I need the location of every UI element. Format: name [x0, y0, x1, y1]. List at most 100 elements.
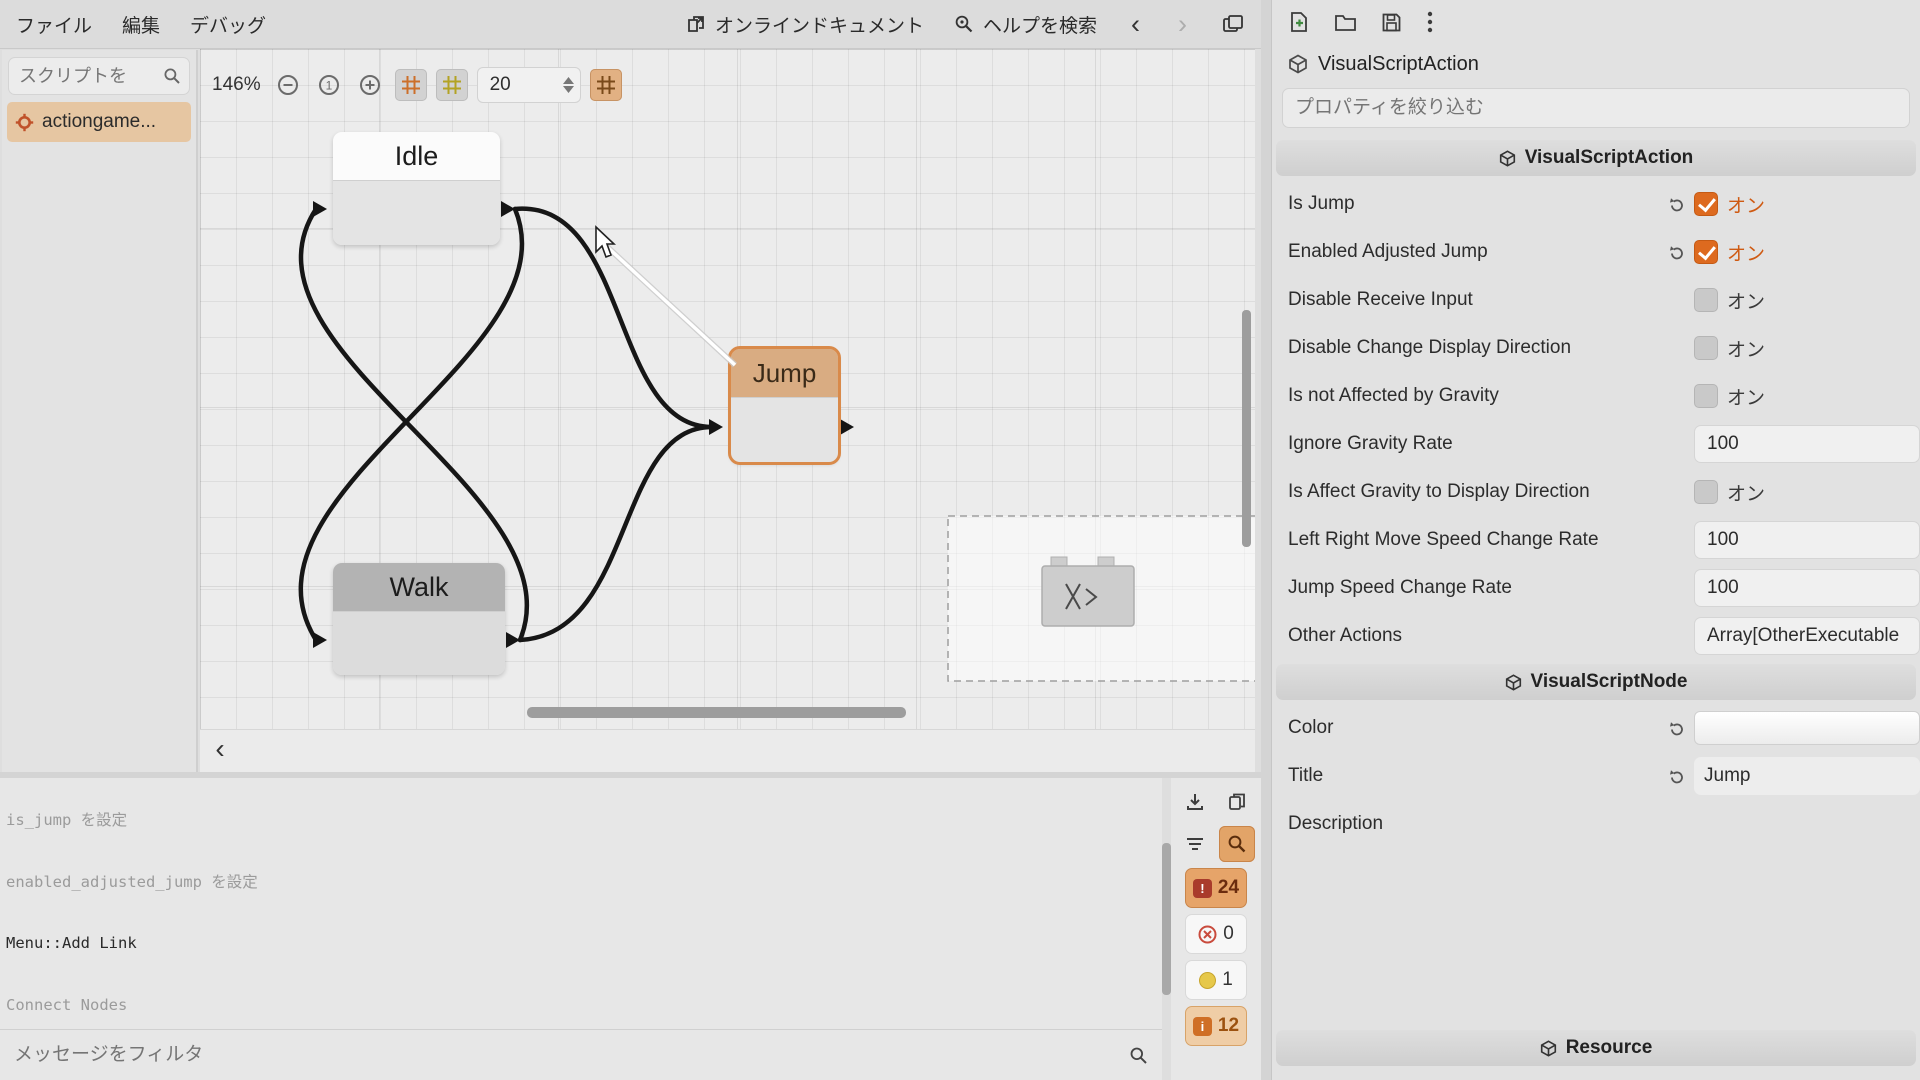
revert-icon[interactable]: [1668, 244, 1685, 261]
number-field[interactable]: 100: [1694, 425, 1920, 463]
kebab-menu-icon[interactable]: [1426, 10, 1434, 34]
port-jump-in: [709, 419, 723, 435]
property-label: Jump Speed Change Rate: [1288, 577, 1512, 598]
number-field[interactable]: 100: [1694, 521, 1920, 559]
graph-toolbar: 146% 1 20: [212, 65, 622, 105]
checkbox[interactable]: [1694, 480, 1718, 504]
help-search-button[interactable]: ヘルプを検索: [954, 11, 1097, 38]
revert-icon[interactable]: [1668, 720, 1685, 737]
category-visualscriptnode[interactable]: VisualScriptNode: [1276, 664, 1916, 700]
port-jump-out: [840, 419, 854, 435]
help-search-icon: [955, 15, 973, 33]
spinbox-arrows[interactable]: [562, 77, 574, 93]
graph-node-idle[interactable]: Idle: [333, 132, 500, 245]
property-label: Is not Affected by Gravity: [1288, 385, 1499, 406]
load-folder-icon[interactable]: [1334, 12, 1357, 32]
log-filter-input[interactable]: [14, 1044, 1129, 1066]
menu-debug[interactable]: デバッグ: [190, 11, 266, 38]
node-title-jump[interactable]: Jump: [731, 349, 838, 397]
property-label: Disable Change Display Direction: [1288, 337, 1572, 358]
checkbox[interactable]: [1694, 384, 1718, 408]
minimap-icon: [596, 76, 615, 94]
canvas-bottom-strip: [200, 729, 1255, 772]
errors-badge[interactable]: ! 24: [1185, 868, 1247, 908]
debugger-panel: is_jump を設定 enabled_adjusted_jump を設定 Me…: [0, 778, 1261, 1080]
zoom-in-button[interactable]: [354, 69, 386, 101]
property-label: Is Jump: [1288, 193, 1355, 214]
history-back-button[interactable]: ‹: [1127, 10, 1144, 38]
stopped-badge[interactable]: 0: [1185, 914, 1247, 954]
scripts-filter-input[interactable]: [19, 65, 163, 87]
property-row-disable-receive-input: Disable Receive Input オン: [1272, 276, 1920, 324]
menu-file[interactable]: ファイル: [16, 11, 92, 38]
title-text-field[interactable]: Jump: [1694, 757, 1920, 795]
editor-window: ファイル 編集 デバッグ オンラインドキュメント ヘルプを検索 ‹ › スクリプ…: [0, 0, 1920, 1080]
save-log-button[interactable]: [1177, 784, 1213, 820]
property-row-other-actions: Other Actions Array[OtherExecutable: [1272, 612, 1920, 660]
scripts-filter: [8, 57, 190, 95]
cube-icon: [1499, 149, 1515, 167]
port-walk-out: [506, 632, 520, 648]
snap-step-spinbox[interactable]: 20: [476, 67, 581, 103]
grid-toggle-button[interactable]: [435, 69, 468, 101]
collapse-duplicates-button[interactable]: [1177, 826, 1213, 862]
copy-log-button[interactable]: [1219, 784, 1255, 820]
node-title-idle[interactable]: Idle: [333, 132, 500, 180]
revert-icon[interactable]: [1668, 768, 1685, 785]
online-doc-button[interactable]: オンラインドキュメント: [686, 11, 924, 38]
property-label: Other Actions: [1288, 625, 1403, 646]
snap-toggle-button[interactable]: [394, 69, 427, 101]
script-icon: [15, 113, 34, 131]
save-icon[interactable]: [1381, 12, 1402, 33]
category-resource[interactable]: Resource: [1276, 1030, 1916, 1066]
warnings-badge[interactable]: 1: [1185, 960, 1247, 1000]
history-forward-button[interactable]: ›: [1174, 10, 1191, 38]
menu-edit[interactable]: 編集: [122, 11, 160, 38]
script-list-item[interactable]: actiongame...: [7, 102, 191, 142]
panels-icon[interactable]: [1221, 13, 1245, 35]
info-badge[interactable]: i 12: [1185, 1006, 1247, 1046]
log-scrollbar[interactable]: [1162, 778, 1171, 1080]
color-picker-swatch[interactable]: [1694, 711, 1920, 745]
canvas-hscrollbar[interactable]: [527, 707, 906, 718]
inspector-panel: VisualScriptAction VisualScriptAction Is…: [1271, 0, 1920, 1080]
property-label: Is Affect Gravity to Display Direction: [1288, 481, 1590, 502]
property-row-enabled-adjusted-jump: Enabled Adjusted Jump オン: [1272, 228, 1920, 276]
property-row-disable-change-display-direction: Disable Change Display Direction オン: [1272, 324, 1920, 372]
new-resource-icon[interactable]: [1288, 11, 1310, 33]
checkbox[interactable]: [1694, 288, 1718, 312]
inspected-object-name: VisualScriptAction: [1318, 52, 1479, 75]
checkbox[interactable]: [1694, 240, 1718, 264]
minimap-toggle-button[interactable]: [589, 69, 622, 101]
revert-icon[interactable]: [1668, 196, 1685, 213]
log-column: is_jump を設定 enabled_adjusted_jump を設定 Me…: [0, 778, 1162, 1080]
node-title-walk[interactable]: Walk: [333, 563, 505, 611]
wire-walk-to-jump: [517, 424, 715, 643]
zoom-reset-button[interactable]: 1: [313, 69, 345, 101]
grid-snap-icon: [401, 76, 420, 94]
zoom-out-button[interactable]: [272, 69, 304, 101]
category-visualscriptaction[interactable]: VisualScriptAction: [1276, 140, 1916, 176]
property-row-color: Color: [1272, 704, 1920, 752]
error-icon: !: [1192, 878, 1212, 898]
scripts-panel: actiongame...: [2, 50, 198, 772]
graph-node-walk[interactable]: Walk: [333, 563, 505, 675]
property-filter-input[interactable]: [1295, 97, 1897, 119]
number-field[interactable]: 100: [1694, 569, 1920, 607]
property-row-left-right-move-speed-change-rate: Left Right Move Speed Change Rate 100: [1272, 516, 1920, 564]
checkbox[interactable]: [1694, 336, 1718, 360]
zoom-level: 146%: [212, 74, 261, 95]
graph-node-jump[interactable]: Jump: [728, 346, 841, 465]
log-search-button[interactable]: [1219, 826, 1255, 862]
checkbox-label: オン: [1727, 291, 1766, 313]
checkbox-label: オン: [1727, 195, 1766, 217]
vertical-splitter[interactable]: [1261, 0, 1271, 1080]
graph-canvas[interactable]: Idle Jump Walk 146% 1 20 ‹: [200, 49, 1255, 772]
checkbox[interactable]: [1694, 192, 1718, 216]
array-field[interactable]: Array[OtherExecutable: [1694, 617, 1920, 655]
menubar: ファイル 編集 デバッグ オンラインドキュメント ヘルプを検索 ‹ ›: [0, 0, 1261, 49]
canvas-vscrollbar[interactable]: [1242, 310, 1251, 547]
log-line: is_jump を設定: [6, 811, 128, 829]
collapse-panel-chevron[interactable]: ‹: [206, 733, 234, 765]
property-row-is-affect-gravity-to-display-direction: Is Affect Gravity to Display Direction オ…: [1272, 468, 1920, 516]
